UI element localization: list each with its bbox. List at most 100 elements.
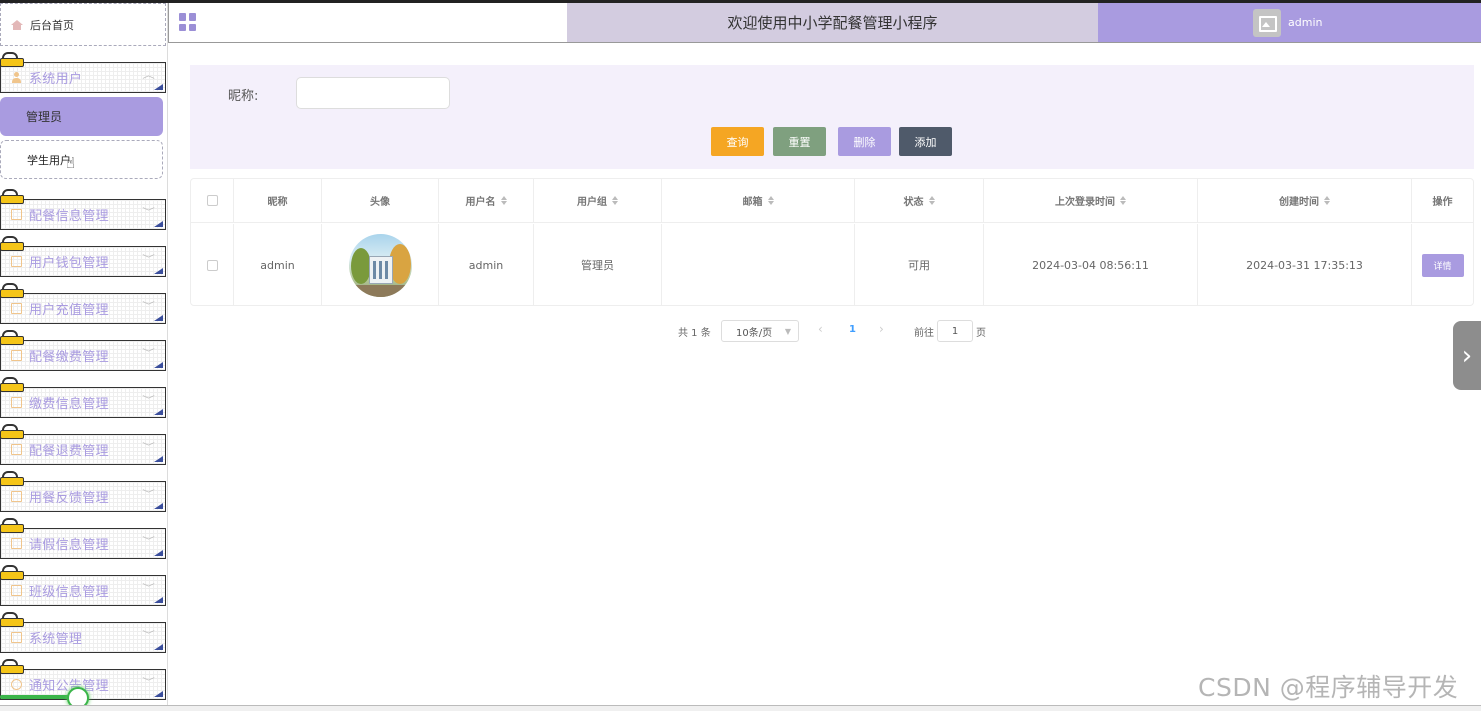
sidebar-group-meal-payment[interactable]: 配餐缴费管理 ﹀: [0, 330, 166, 371]
sidebar-item-admin[interactable]: 管理员: [0, 97, 163, 136]
sidebar-item-student-users[interactable]: 学生用户: [0, 140, 163, 179]
column-header-label: 用户名: [465, 197, 496, 208]
binder-clip-icon: [0, 518, 24, 533]
binder-clip-icon: [0, 283, 24, 298]
sidebar-group-class[interactable]: 班级信息管理 ﹀: [0, 565, 166, 606]
sidebar-item-label: 后台首页: [30, 18, 74, 32]
column-header-status[interactable]: 状态: [855, 179, 984, 222]
select-all-checkbox[interactable]: [206, 195, 218, 206]
sidebar-group-label: 用餐反馈管理: [29, 491, 109, 506]
image-icon: [11, 632, 22, 643]
next-page-icon[interactable]: ›: [879, 322, 884, 336]
chevron-down-icon: ﹀: [142, 678, 155, 688]
header-select-all[interactable]: [191, 179, 234, 222]
sidebar-group-payment-info[interactable]: 缴费信息管理 ﹀: [0, 377, 166, 418]
sidebar-group-wallet[interactable]: 用户钱包管理 ﹀: [0, 236, 166, 277]
add-button[interactable]: 添加: [899, 127, 952, 156]
edit-icon: [11, 585, 22, 596]
avatar: [348, 233, 412, 297]
row-checkbox[interactable]: [206, 259, 218, 271]
chevron-down-icon: ﹀: [142, 302, 155, 312]
users-table: 昵称 头像 用户名 用户组 邮箱 状态 上次登录时间 创建时间 操作 admin…: [190, 178, 1474, 306]
detail-button[interactable]: 详情: [1421, 253, 1464, 277]
chevron-down-icon: ﹀: [142, 255, 155, 265]
goto-label: 前往: [914, 328, 934, 339]
column-header-created[interactable]: 创建时间: [1198, 179, 1412, 222]
sort-icon[interactable]: [1324, 196, 1330, 205]
corner-fold-icon: [154, 456, 163, 462]
corner-fold-icon: [154, 268, 163, 274]
user-name[interactable]: admin: [1288, 16, 1322, 29]
column-header-label: 头像: [370, 197, 390, 208]
edit-icon: [11, 209, 22, 220]
cell-avatar: [322, 224, 439, 306]
corner-fold-icon: [154, 503, 163, 509]
edit-icon: [11, 444, 22, 455]
column-header-username[interactable]: 用户名: [439, 179, 534, 222]
sidebar-scrollbar-handle[interactable]: [67, 687, 89, 705]
column-header-last-login[interactable]: 上次登录时间: [984, 179, 1198, 222]
column-header-label: 上次登录时间: [1055, 197, 1115, 208]
sidebar-group-label: 系统用户: [29, 72, 83, 87]
sidebar-group-label: 配餐缴费管理: [29, 350, 109, 365]
cell-group: 管理员: [534, 224, 662, 306]
sort-icon[interactable]: [612, 196, 618, 205]
reset-button[interactable]: 重置: [773, 127, 826, 156]
sidebar-group-refund[interactable]: 配餐退费管理 ﹀: [0, 424, 166, 465]
cell-status: 可用: [855, 224, 984, 306]
sidebar-group-label: 用户钱包管理: [29, 256, 109, 271]
nickname-input[interactable]: [296, 77, 450, 109]
sidebar-group-leave[interactable]: 请假信息管理 ﹀: [0, 518, 166, 559]
column-header-group[interactable]: 用户组: [534, 179, 662, 222]
sort-icon[interactable]: [1120, 196, 1126, 205]
chevron-down-icon: ﹀: [142, 490, 155, 500]
table-row: admin admin 管理员 可用 2024-03-04 08:56:11 2…: [191, 224, 1473, 306]
column-header-email[interactable]: 邮箱: [662, 179, 855, 222]
edit-icon: [11, 491, 22, 502]
side-expand-tab[interactable]: ›: [1453, 321, 1481, 390]
chevron-down-icon: ﹀: [142, 537, 155, 547]
corner-fold-icon: [154, 597, 163, 603]
chevron-down-icon: ﹀: [142, 208, 155, 218]
column-header-label: 状态: [903, 197, 924, 208]
hand-cursor-icon: ☝: [66, 154, 76, 172]
page-size-value: 10条/页: [736, 327, 773, 339]
window-bottom-border: [0, 705, 1481, 711]
sort-icon[interactable]: [767, 196, 774, 205]
page-number-current[interactable]: 1: [849, 324, 856, 335]
sidebar-group-system[interactable]: 系统管理 ﹀: [0, 612, 166, 653]
binder-clip-icon: [0, 236, 24, 251]
sort-icon[interactable]: [928, 196, 935, 205]
sidebar: 后台首页 系统用户 ︿ 管理员 学生用户 ☝ 配餐信息管理 ﹀ 用户钱包管理 ﹀ 用户…: [0, 3, 168, 705]
cell-nickname: admin: [234, 224, 322, 306]
sidebar-group-feedback[interactable]: 用餐反馈管理 ﹀: [0, 471, 166, 512]
row-select[interactable]: [191, 224, 234, 306]
chevron-down-icon: ﹀: [142, 443, 155, 453]
query-button[interactable]: 查询: [711, 127, 764, 156]
corner-fold-icon: [154, 644, 163, 650]
edit-icon: [11, 350, 22, 361]
sidebar-item-home[interactable]: 后台首页: [0, 3, 166, 46]
prev-page-icon[interactable]: ‹: [818, 322, 823, 336]
corner-fold-icon: [154, 550, 163, 556]
page-size-select[interactable]: 10条/页 ▼: [721, 320, 799, 342]
chevron-up-icon: ︿: [142, 71, 155, 81]
menu-grid-icon[interactable]: [179, 13, 197, 31]
chevron-down-icon: ﹀: [142, 396, 155, 406]
header-left: [169, 3, 567, 42]
page-suffix-label: 页: [976, 328, 986, 339]
delete-button[interactable]: 删除: [838, 127, 891, 156]
nickname-label: 昵称:: [228, 89, 259, 104]
sidebar-group-meal-info[interactable]: 配餐信息管理 ﹀: [0, 189, 166, 230]
goto-page-input[interactable]: [937, 320, 973, 342]
sort-icon[interactable]: [500, 196, 507, 205]
column-header-label: 操作: [1432, 197, 1453, 208]
chevron-down-icon: ﹀: [142, 631, 155, 641]
avatar-image-icon[interactable]: [1253, 8, 1281, 37]
sidebar-group-system-users[interactable]: 系统用户 ︿: [0, 52, 166, 93]
chevron-down-icon: ▼: [784, 327, 791, 336]
chevron-down-icon: ﹀: [142, 349, 155, 359]
user-menu[interactable]: admin: [1098, 3, 1481, 42]
table-header-row: 昵称 头像 用户名 用户组 邮箱 状态 上次登录时间 创建时间 操作: [191, 179, 1473, 223]
sidebar-group-label: 配餐信息管理: [29, 209, 109, 224]
